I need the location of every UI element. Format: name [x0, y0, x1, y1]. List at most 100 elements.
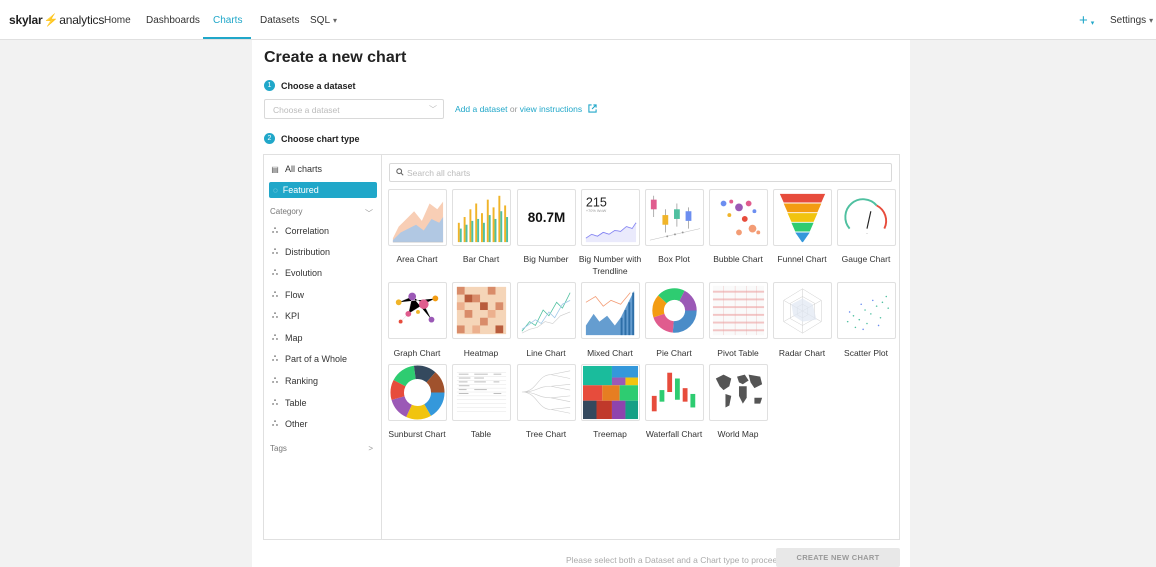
- sidebar-item-ranking[interactable]: ஃ Ranking: [271, 376, 318, 386]
- fire-icon: ◌: [273, 185, 278, 195]
- step-choose-dataset: 1 Choose a dataset: [264, 80, 356, 91]
- add-dataset-link[interactable]: Add a dataset: [455, 104, 507, 114]
- chart-search-input[interactable]: Search all charts: [389, 163, 892, 182]
- chart-tile-bubble-chart[interactable]: [709, 189, 768, 246]
- chevron-down-icon: ▾: [333, 16, 338, 25]
- plus-icon: +: [1079, 12, 1088, 29]
- tags-section-header[interactable]: Tags: [270, 444, 287, 453]
- sidebar-item-correlation[interactable]: ஃ Correlation: [271, 226, 329, 236]
- category-icon: ஃ: [271, 226, 279, 235]
- category-icon: ஃ: [271, 398, 279, 407]
- pivot-table-thumb: [712, 285, 765, 336]
- area-chart-thumb: [392, 201, 444, 243]
- nav-sql[interactable]: SQL ▾: [310, 15, 337, 26]
- sidebar-item-flow[interactable]: ஃ Flow: [271, 290, 304, 300]
- nav-dashboards[interactable]: Dashboards: [146, 15, 200, 26]
- category-icon: ஃ: [271, 311, 279, 320]
- chart-category-sidebar: ▤ All charts ◌ Featured Category ﹀ ஃ Correl…: [264, 155, 382, 539]
- sidebar-item-distribution[interactable]: ஃ Distribution: [271, 247, 330, 257]
- sidebar-item-label: Map: [285, 333, 303, 343]
- step-label: Choose a dataset: [281, 80, 356, 91]
- chart-tile-waterfall-chart[interactable]: [645, 364, 704, 421]
- chart-tile-heatmap[interactable]: [452, 282, 511, 339]
- nav-home[interactable]: Home: [104, 15, 131, 26]
- chart-tile-table[interactable]: [452, 364, 511, 421]
- nav-datasets[interactable]: Datasets: [260, 15, 299, 26]
- chart-tile-world-map[interactable]: [709, 364, 768, 421]
- scatter-plot-thumb: [846, 295, 889, 331]
- external-link-icon[interactable]: [587, 104, 597, 113]
- chart-tile-tree-chart[interactable]: [517, 364, 576, 421]
- step-choose-chart-type: 2 Choose chart type: [264, 133, 360, 144]
- category-icon: ஃ: [271, 247, 279, 256]
- world-map-thumb: [715, 374, 763, 408]
- chart-tile-line-chart[interactable]: [517, 282, 576, 339]
- big-number-value: 80.7M: [528, 210, 566, 225]
- sidebar-item-label: Featured: [282, 185, 319, 195]
- category-icon: ஃ: [271, 376, 279, 385]
- sunburst-chart-thumb: [390, 365, 445, 420]
- create-new-chart-button[interactable]: CREATE NEW CHART: [776, 548, 900, 567]
- sidebar-item-map[interactable]: ஃ Map: [271, 333, 303, 343]
- sidebar-item-evolution[interactable]: ஃ Evolution: [271, 268, 322, 278]
- step-number-badge: 1: [264, 80, 275, 91]
- chart-tile-box-plot[interactable]: [645, 189, 704, 246]
- chevron-down-icon[interactable]: ﹀: [365, 208, 373, 219]
- tree-chart-thumb: [521, 370, 571, 414]
- graph-chart-thumb: [395, 292, 439, 324]
- step-label: Choose chart type: [281, 133, 360, 144]
- category-icon: ஃ: [271, 290, 279, 299]
- brand-logo[interactable]: skylar⚡analytics: [9, 13, 104, 27]
- page-title: Create a new chart: [264, 49, 407, 66]
- settings-label: Settings: [1110, 15, 1147, 26]
- trendline-sub-value: +70% WoW: [586, 209, 607, 213]
- sidebar-item-label: KPI: [285, 311, 300, 321]
- settings-menu[interactable]: Settings ▾: [1110, 15, 1153, 26]
- chart-tile-area-chart[interactable]: [388, 189, 447, 246]
- chart-tile-pie-chart[interactable]: [645, 282, 704, 339]
- sidebar-item-part-of-a-whole[interactable]: ஃ Part of a Whole: [271, 354, 347, 364]
- big-number-thumb: 80.7M: [528, 210, 566, 225]
- svg-text:≈: ≈: [866, 231, 868, 235]
- sidebar-item-kpi[interactable]: ஃ KPI: [271, 311, 300, 321]
- chart-tile-gauge-chart[interactable]: ≈: [837, 189, 896, 246]
- chart-tile-scatter-plot[interactable]: [837, 282, 896, 339]
- sidebar-item-label: Distribution: [285, 247, 331, 257]
- sidebar-item-other[interactable]: ஃ Other: [271, 419, 308, 429]
- chart-tile-sunburst-chart[interactable]: [388, 364, 447, 421]
- bubble-chart-thumb: [720, 199, 761, 236]
- sidebar-item-table[interactable]: ஃ Table: [271, 398, 307, 408]
- sidebar-item-all-charts[interactable]: ▤ All charts: [271, 164, 322, 174]
- sidebar-item-label: Ranking: [285, 376, 319, 386]
- chart-tile-big-number[interactable]: 80.7M: [517, 189, 576, 246]
- chart-tile-mixed-chart[interactable]: [581, 282, 640, 339]
- active-nav-indicator: [203, 37, 251, 39]
- chart-tile-graph-chart[interactable]: [388, 282, 447, 339]
- sidebar-item-label: Table: [285, 398, 307, 408]
- big-number-trendline-thumb: 215 +70% WoW: [585, 195, 637, 243]
- chart-tile-bar-chart[interactable]: [452, 189, 511, 246]
- chart-tile-radar-chart[interactable]: [773, 282, 832, 339]
- or-text: or: [509, 104, 518, 114]
- chart-tile-pivot-table[interactable]: [709, 282, 768, 339]
- chevron-down-icon: ﹀: [429, 105, 437, 114]
- nav-charts[interactable]: Charts: [213, 15, 242, 26]
- chevron-right-icon[interactable]: >: [368, 444, 373, 453]
- sidebar-item-featured[interactable]: ◌ Featured: [269, 182, 377, 198]
- proceed-hint: Please select both a Dataset and a Chart…: [566, 555, 782, 565]
- view-instructions-link[interactable]: view instructions: [520, 104, 582, 114]
- heatmap-thumb: [456, 286, 507, 335]
- search-placeholder: Search all charts: [407, 168, 471, 178]
- trendline-number-value: 215: [586, 195, 607, 209]
- chart-tile-funnel-chart[interactable]: [773, 189, 832, 246]
- line-chart-thumb: [521, 292, 571, 334]
- radar-chart-thumb: [783, 288, 822, 334]
- pie-chart-thumb: [652, 288, 697, 333]
- add-dataset-text: Add a dataset or view instructions: [455, 104, 597, 114]
- category-section-header[interactable]: Category: [270, 207, 302, 216]
- new-menu-button[interactable]: + ▾: [1079, 12, 1094, 29]
- chart-tile-treemap[interactable]: [581, 364, 640, 421]
- chart-tile-big-number-trendline[interactable]: 215 +70% WoW: [581, 189, 640, 246]
- brand-subname: analytics: [59, 13, 105, 27]
- dataset-select[interactable]: Choose a dataset ﹀: [264, 99, 444, 119]
